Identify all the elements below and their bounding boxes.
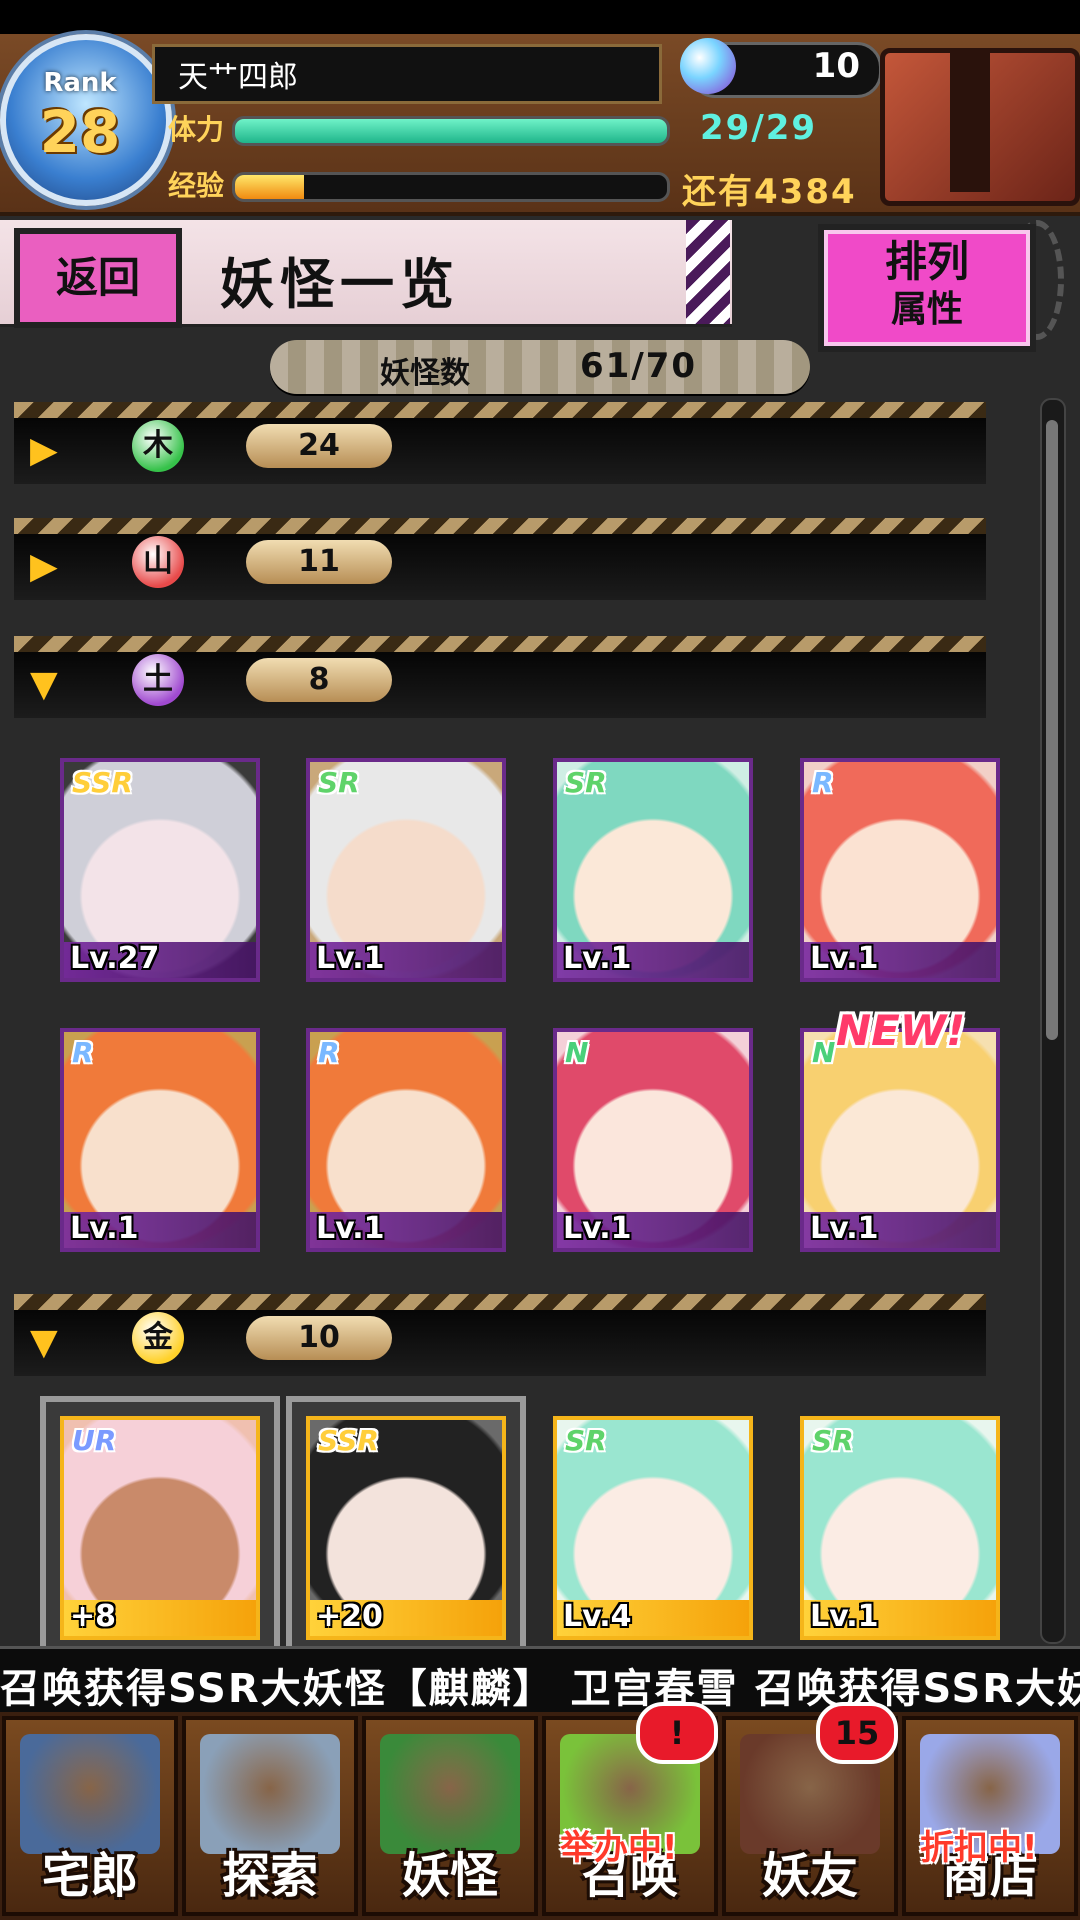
rank-label: Rank [43, 68, 117, 98]
nav-label: 宅郎 [41, 1848, 138, 1904]
monster-card[interactable]: N Lv.1 [800, 1028, 1000, 1252]
monster-level: Lv.1 [810, 1211, 879, 1246]
group-stripe-decoration [14, 636, 986, 652]
group-stripe-decoration [14, 1294, 986, 1310]
stamina-bar-fill [235, 119, 667, 143]
nav-label: 妖怪 [401, 1848, 498, 1904]
nav-label: 探索 [221, 1848, 318, 1904]
monster-level: +20 [316, 1599, 383, 1634]
orb-count: 10 [812, 46, 860, 86]
nav-label: 妖友 [761, 1848, 858, 1904]
monster-count-bar [270, 340, 810, 394]
rarity-badge: R [72, 1036, 94, 1069]
back-button[interactable]: 返回 [14, 228, 182, 328]
stamina-value: 29/29 [700, 108, 818, 148]
rarity-badge: N [565, 1036, 589, 1069]
rarity-badge: SR [318, 766, 360, 799]
monster-card[interactable]: R Lv.1 [306, 1028, 506, 1252]
monster-level: Lv.1 [810, 941, 879, 976]
rarity-badge: SR [812, 1424, 854, 1457]
player-name: 天艹四郎 [178, 60, 298, 95]
monster-card[interactable]: SSR +20 [306, 1416, 506, 1640]
nav-button[interactable]: 妖怪 [362, 1716, 538, 1916]
mountain-element-icon: 山 [132, 536, 184, 588]
monster-card[interactable]: SR Lv.1 [800, 1416, 1000, 1640]
group-header-earth[interactable]: ▼ 土 8 [14, 636, 986, 718]
monster-card[interactable]: N Lv.1 [553, 1028, 753, 1252]
monster-level: Lv.1 [563, 941, 632, 976]
group-count: 24 [246, 424, 392, 468]
group-count: 10 [246, 1316, 392, 1360]
exp-remaining: 还有4384 [682, 172, 857, 212]
crystal-orb-icon [680, 38, 736, 94]
nav-event-tag: 折扣中! [920, 1828, 1038, 1868]
monster-level: Lv.1 [810, 1599, 879, 1634]
rarity-badge: SSR [318, 1424, 379, 1457]
monster-count-label: 妖怪数 [380, 356, 470, 391]
monster-level: Lv.1 [70, 1211, 139, 1246]
collapsed-arrow-icon: ▶ [30, 430, 58, 471]
collapsed-arrow-icon: ▶ [30, 546, 58, 587]
monster-level: Lv.27 [70, 941, 160, 976]
monster-card[interactable]: R Lv.1 [800, 758, 1000, 982]
nav-button[interactable]: 宅郎 [2, 1716, 178, 1916]
new-badge: NEW! [836, 1006, 966, 1055]
monster-level: Lv.1 [316, 1211, 385, 1246]
rank-value: 28 [39, 98, 121, 166]
group-header-mountain[interactable]: ▶ 山 11 [14, 518, 986, 600]
nav-button[interactable]: 召唤 举办中!! [542, 1702, 718, 1916]
stamina-label: 体力 [168, 113, 225, 146]
notification-badge: 15 [816, 1702, 898, 1764]
monster-level: Lv.1 [316, 941, 385, 976]
group-count: 11 [246, 540, 392, 584]
monster-level: Lv.4 [563, 1599, 632, 1634]
rarity-badge: SR [565, 1424, 607, 1457]
exp-label: 经验 [168, 169, 225, 202]
stamina-bar [232, 116, 670, 146]
monster-card[interactable]: SR Lv.1 [553, 758, 753, 982]
group-stripe-decoration [14, 518, 986, 534]
nav-button[interactable]: 妖友 15 [722, 1702, 898, 1916]
nav-button[interactable]: 探索 [182, 1716, 358, 1916]
expanded-arrow-icon: ▼ [30, 664, 58, 705]
rarity-badge: R [318, 1036, 340, 1069]
monster-count-value: 61/70 [580, 346, 698, 386]
news-ticker-text: 召唤获得SSR大妖怪【麒麟】 卫宫春雪 召唤获得SSR大妖 [0, 1666, 1080, 1712]
status-bar [0, 0, 1080, 34]
scrollbar-thumb[interactable] [1046, 420, 1058, 1040]
rarity-badge: R [812, 766, 834, 799]
exp-bar-fill [235, 175, 305, 199]
monster-card[interactable]: SSR Lv.27 [60, 758, 260, 982]
wood-element-icon: 木 [132, 420, 184, 472]
monster-card[interactable]: SR Lv.4 [553, 1416, 753, 1640]
group-header-wood[interactable]: ▶ 木 24 [14, 402, 986, 484]
page-title: 妖怪一览 [220, 253, 460, 316]
title-stripe-decoration [686, 220, 730, 324]
rarity-badge: SSR [72, 766, 133, 799]
monster-card[interactable]: UR +8 [60, 1416, 260, 1640]
rarity-badge: SR [565, 766, 607, 799]
monster-level: Lv.1 [563, 1211, 632, 1246]
exp-bar [232, 172, 670, 202]
monster-level: +8 [70, 1599, 117, 1634]
gift-box-icon [950, 52, 990, 192]
rarity-badge: N [812, 1036, 836, 1069]
expanded-arrow-icon: ▼ [30, 1322, 58, 1363]
group-stripe-decoration [14, 402, 986, 418]
notification-badge: ! [636, 1702, 718, 1764]
nav-event-tag: 举办中! [560, 1828, 678, 1868]
monster-card[interactable]: R Lv.1 [60, 1028, 260, 1252]
rarity-badge: UR [72, 1424, 117, 1457]
group-header-metal[interactable]: ▼ 金 10 [14, 1294, 986, 1376]
group-count: 8 [246, 658, 392, 702]
nav-button[interactable]: 商店 折扣中! [902, 1716, 1078, 1916]
earth-element-icon: 土 [132, 654, 184, 706]
metal-element-icon: 金 [132, 1312, 184, 1364]
sort-button-mode: 属性 [890, 289, 963, 330]
monster-card[interactable]: SR Lv.1 [306, 758, 506, 982]
